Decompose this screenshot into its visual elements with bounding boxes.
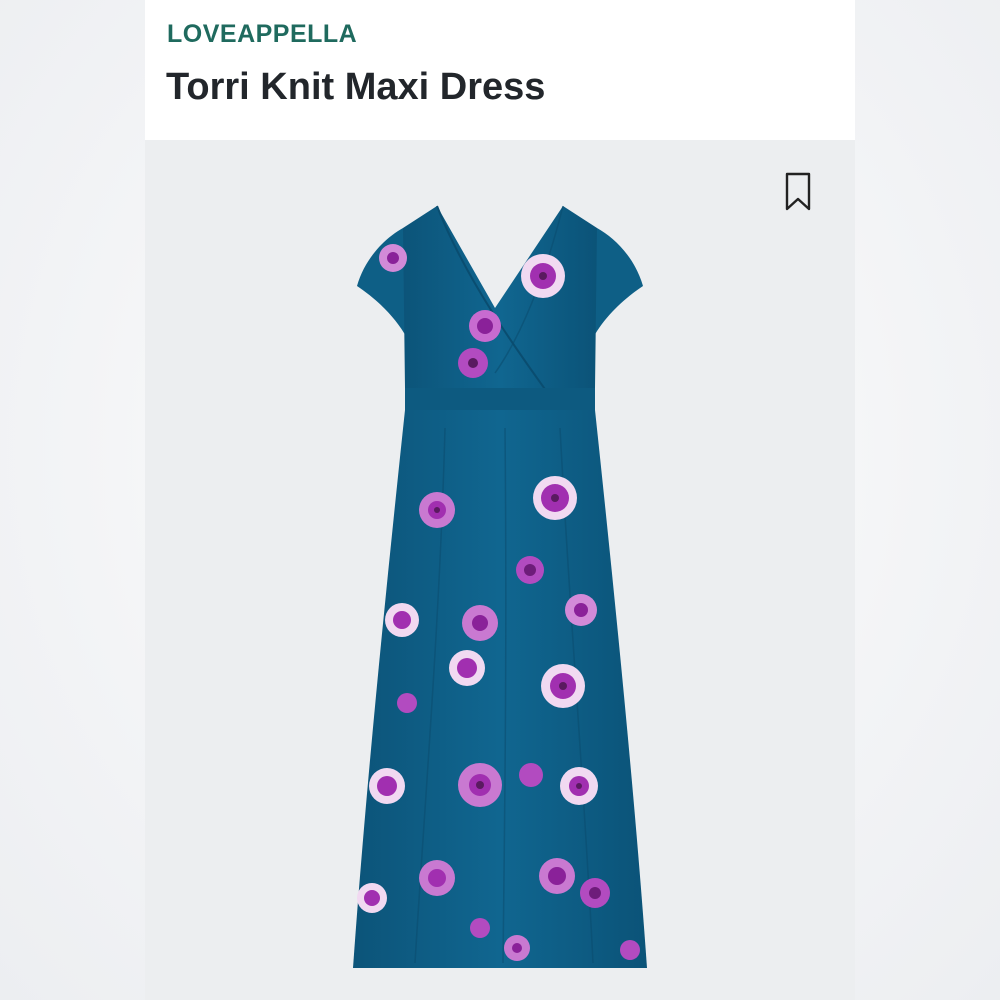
product-title: Torri Knit Maxi Dress [166,66,546,108]
brand-name[interactable]: LOVEAPPELLA [167,20,357,49]
bookmark-icon[interactable] [785,172,811,212]
product-image[interactable] [145,140,855,1000]
product-header: LOVEAPPELLA Torri Knit Maxi Dress [145,0,855,140]
product-card: LOVEAPPELLA Torri Knit Maxi Dress [145,0,855,1000]
dress-illustration [353,205,647,968]
